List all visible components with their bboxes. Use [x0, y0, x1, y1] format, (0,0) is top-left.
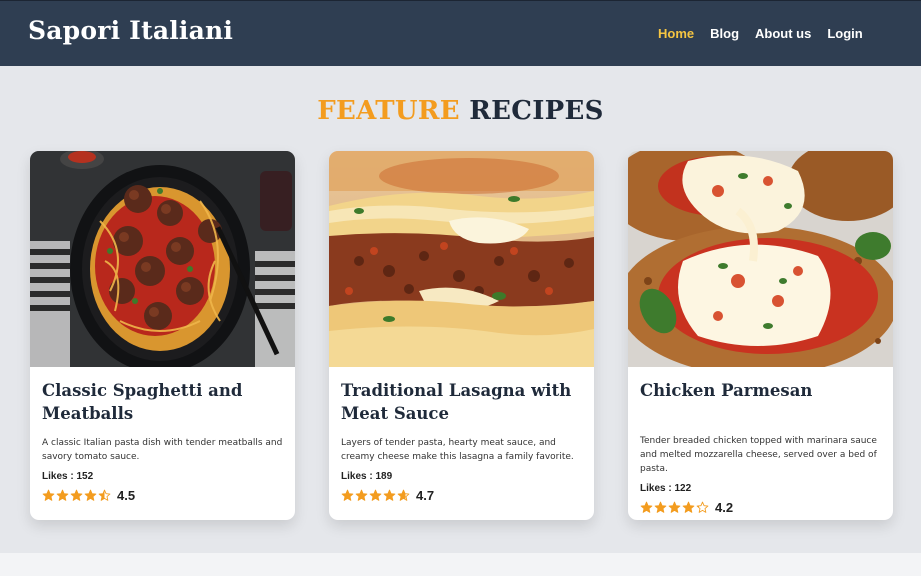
- star-full-icon: [70, 489, 83, 501]
- star-full-icon: [42, 489, 55, 501]
- star-full-icon: [654, 501, 667, 513]
- recipe-description: A classic Italian pasta dish with tender…: [42, 438, 283, 462]
- star-full-icon: [56, 489, 69, 501]
- lasagna-photo: [329, 151, 594, 367]
- section-title-accent: FEATURE: [317, 96, 460, 126]
- recipe-card[interactable]: Chicken Parmesan Tender breaded chicken …: [628, 151, 893, 520]
- recipe-title[interactable]: Classic Spaghetti and Meatballs: [42, 379, 283, 425]
- recipe-card[interactable]: Classic Spaghetti and Meatballs A classi…: [30, 151, 295, 520]
- recipe-rating: 4.2: [640, 500, 881, 515]
- nav-link-blog[interactable]: Blog: [710, 26, 739, 41]
- star-full-icon: [355, 489, 368, 501]
- nav-link-login[interactable]: Login: [827, 26, 862, 41]
- footer-strip: [0, 553, 921, 576]
- site-brand[interactable]: Sapori Italiani: [28, 16, 233, 45]
- star-rating: [341, 489, 410, 502]
- recipe-image-lasagna[interactable]: [329, 151, 594, 367]
- star-half-icon: [696, 501, 709, 513]
- star-rating: [42, 489, 111, 502]
- nav-link-home[interactable]: Home: [658, 26, 694, 41]
- recipe-rating: 4.5: [42, 488, 283, 503]
- recipe-image-spaghetti[interactable]: [30, 151, 295, 367]
- star-full-icon: [383, 489, 396, 501]
- section-title: FEATURE RECIPES: [0, 96, 921, 126]
- spaghetti-meatballs-photo: [30, 151, 295, 367]
- star-full-icon: [682, 501, 695, 513]
- star-full-icon: [668, 501, 681, 513]
- recipe-rating: 4.7: [341, 488, 582, 503]
- nav-link-about-us[interactable]: About us: [755, 26, 811, 41]
- recipe-title[interactable]: Chicken Parmesan: [640, 379, 881, 425]
- recipe-title[interactable]: Traditional Lasagna with Meat Sauce: [341, 379, 582, 425]
- star-full-icon: [369, 489, 382, 501]
- star-full-icon: [341, 489, 354, 501]
- star-half-icon: [98, 489, 111, 501]
- recipe-description: Tender breaded chicken topped with marin…: [640, 436, 877, 474]
- recipe-image-chicken-parmesan[interactable]: [628, 151, 893, 367]
- rating-value: 4.7: [416, 488, 435, 503]
- recipe-likes: Likes : 152: [42, 471, 94, 482]
- section-title-main: RECIPES: [469, 96, 604, 126]
- chicken-parmesan-photo: [628, 151, 893, 367]
- star-half-icon: [397, 489, 410, 501]
- recipe-likes: Likes : 122: [640, 483, 692, 494]
- rating-value: 4.2: [715, 500, 734, 515]
- nav-links: Home Blog About us Login: [658, 26, 879, 41]
- rating-value: 4.5: [117, 488, 136, 503]
- recipe-likes: Likes : 189: [341, 471, 393, 482]
- star-full-icon: [84, 489, 97, 501]
- recipe-card[interactable]: Traditional Lasagna with Meat Sauce Laye…: [329, 151, 594, 520]
- top-navbar: Sapori Italiani Home Blog About us Login: [0, 0, 921, 66]
- star-full-icon: [640, 501, 653, 513]
- star-rating: [640, 501, 709, 514]
- recipe-description: Layers of tender pasta, hearty meat sauc…: [341, 438, 574, 462]
